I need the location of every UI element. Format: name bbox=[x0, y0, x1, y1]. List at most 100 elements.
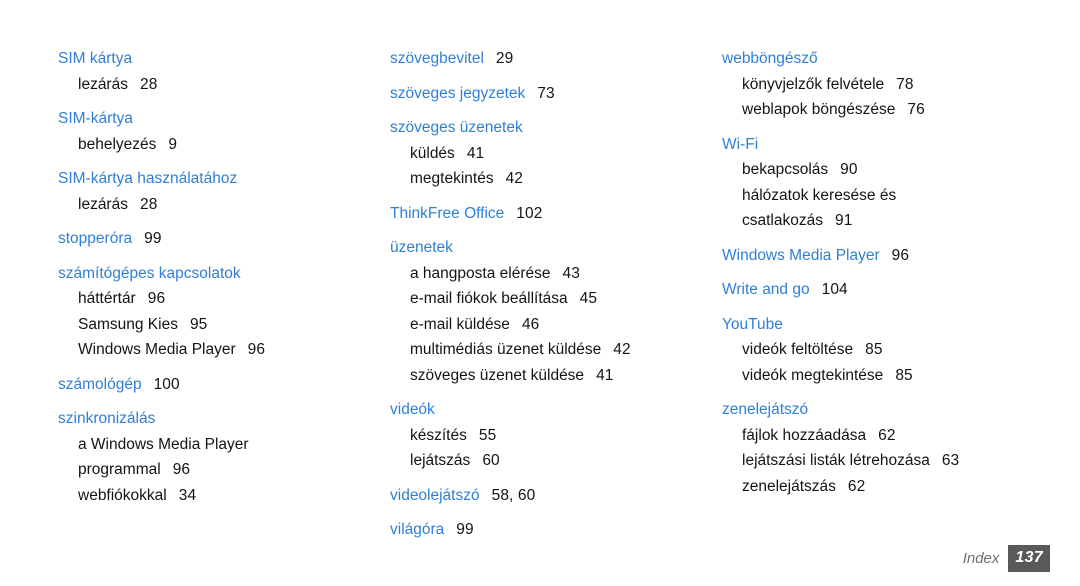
index-entry[interactable]: csatlakozás 91 bbox=[722, 208, 1080, 234]
index-entry-label: háttértár bbox=[78, 290, 136, 307]
index-entry[interactable]: lejátszás 60 bbox=[390, 448, 670, 474]
index-entry[interactable]: szöveges üzenet küldése 41 bbox=[390, 363, 670, 389]
index-entry[interactable]: zenelejátszás 62 bbox=[722, 474, 1080, 500]
index-entry-pages: 78 bbox=[896, 75, 914, 93]
index-entry-label: fájlok hozzáadása bbox=[742, 426, 867, 444]
index-entry-pages: 9 bbox=[168, 135, 178, 153]
index-group: YouTube videók feltöltése 85 videók megteki… bbox=[722, 312, 1080, 389]
index-entry[interactable]: könyvjelzők felvétele 78 bbox=[722, 72, 1080, 98]
index-entry[interactable]: megtekintés 42 bbox=[390, 166, 670, 192]
index-heading[interactable]: Windows Media Player 96 bbox=[722, 243, 1080, 269]
index-heading[interactable]: SIM-kártya használatához bbox=[58, 166, 340, 192]
index-group: szöveges jegyzetek 73 bbox=[390, 81, 670, 107]
index-heading[interactable]: zenelejátszó bbox=[722, 397, 1080, 423]
index-entry-label: készítés bbox=[410, 426, 467, 444]
index-entry[interactable]: webfiókokkal 34 bbox=[58, 483, 340, 509]
index-heading-pages: 102 bbox=[516, 204, 543, 222]
index-group: SIM-kártya behelyezés 9 bbox=[58, 106, 340, 157]
index-heading[interactable]: SIM-kártya bbox=[58, 106, 340, 132]
footer-label: Index bbox=[962, 550, 1000, 567]
index-entry[interactable]: Windows Media Player 96 bbox=[58, 337, 340, 363]
index-heading[interactable]: videolejátszó 58, 60 bbox=[390, 483, 670, 509]
index-entry-label: lejátszási listák létrehozása bbox=[742, 452, 930, 469]
index-heading[interactable]: számítógépes kapcsolatok bbox=[58, 261, 340, 287]
index-heading[interactable]: ThinkFree Office 102 bbox=[390, 201, 670, 227]
index-heading-label: szöveges üzenetek bbox=[390, 119, 523, 136]
index-entry-pages: 85 bbox=[895, 366, 913, 384]
index-entry[interactable]: behelyezés 9 bbox=[58, 132, 340, 158]
index-heading[interactable]: YouTube bbox=[722, 312, 1080, 338]
index-column-0: SIM kártya lezárás 28 SIM-kártya behelyezés 9… bbox=[0, 46, 340, 508]
index-entry[interactable]: bekapcsolás 90 bbox=[722, 157, 1080, 183]
index-entry[interactable]: weblapok böngészése 76 bbox=[722, 97, 1080, 123]
index-heading-label: üzenetek bbox=[390, 239, 453, 256]
index-entry[interactable]: lezárás 28 bbox=[58, 192, 340, 218]
index-group: SIM-kártya használatához lezárás 28 bbox=[58, 166, 340, 217]
index-heading-pages: 58, 60 bbox=[491, 486, 536, 504]
index-entry[interactable]: lejátszási listák létrehozása 63 bbox=[722, 448, 1080, 474]
index-heading[interactable]: világóra 99 bbox=[390, 517, 670, 543]
index-entry[interactable]: e-mail fiókok beállítása 45 bbox=[390, 286, 670, 312]
index-entry-pages: 90 bbox=[840, 161, 858, 178]
index-heading[interactable]: Write and go 104 bbox=[722, 277, 1080, 303]
index-group: Windows Media Player 96 bbox=[722, 243, 1080, 269]
index-heading[interactable]: szöveges üzenetek bbox=[390, 115, 670, 141]
index-entry[interactable]: e-mail küldése 46 bbox=[390, 312, 670, 338]
index-entry-label: a Windows Media Player bbox=[78, 435, 249, 453]
index-entry-pages: 95 bbox=[189, 315, 208, 333]
index-heading-pages: 29 bbox=[495, 50, 514, 67]
index-entry[interactable]: küldés 41 bbox=[390, 141, 670, 167]
index-entry[interactable]: fájlok hozzáadása 62 bbox=[722, 423, 1080, 449]
index-heading[interactable]: szinkronizálás bbox=[58, 406, 340, 432]
index-entry-pages: 41 bbox=[596, 366, 614, 384]
index-columns: SIM kártya lezárás 28 SIM-kártya behelyezés 9… bbox=[0, 46, 1080, 543]
index-heading[interactable]: szövegbevitel 29 bbox=[390, 46, 670, 72]
index-heading-pages: 99 bbox=[144, 230, 162, 247]
index-heading[interactable]: számológép 100 bbox=[58, 372, 340, 398]
index-entry[interactable]: háttértár 96 bbox=[58, 286, 340, 312]
index-heading[interactable]: Wi-Fi bbox=[722, 132, 1080, 158]
index-heading-pages: 96 bbox=[891, 246, 910, 264]
index-heading[interactable]: üzenetek bbox=[390, 235, 670, 261]
index-heading[interactable]: stopperóra 99 bbox=[58, 226, 340, 252]
index-entry-pages: 42 bbox=[505, 170, 524, 187]
index-entry[interactable]: hálózatok keresése és bbox=[722, 183, 1080, 209]
index-group: Write and go 104 bbox=[722, 277, 1080, 303]
index-entry[interactable]: Samsung Kies 95 bbox=[58, 312, 340, 338]
index-entry[interactable]: lezárás 28 bbox=[58, 72, 340, 98]
index-group: zenelejátszó fájlok hozzáadása 62 lejátszás… bbox=[722, 397, 1080, 499]
index-entry-label: multimédiás üzenet küldése bbox=[410, 341, 602, 358]
footer-page-number: 137 bbox=[1008, 545, 1050, 572]
index-group: stopperóra 99 bbox=[58, 226, 340, 252]
index-entry[interactable]: videók feltöltése 85 bbox=[722, 337, 1080, 363]
index-entry-label: lezárás bbox=[78, 195, 128, 213]
index-heading[interactable]: videók bbox=[390, 397, 670, 423]
index-heading-label: Windows Media Player bbox=[722, 246, 880, 264]
index-entry-label: Windows Media Player bbox=[78, 341, 236, 358]
index-group: videolejátszó 58, 60 bbox=[390, 483, 670, 509]
index-group: webböngésző könyvjelzők felvétele 78 weblap… bbox=[722, 46, 1080, 123]
index-heading-label: zenelejátszó bbox=[722, 401, 809, 418]
index-entry[interactable]: a hangposta elérése 43 bbox=[390, 261, 670, 287]
index-entry[interactable]: programmal 96 bbox=[58, 457, 340, 483]
index-heading-pages: 100 bbox=[153, 375, 180, 393]
index-entry-pages: 96 bbox=[172, 461, 191, 478]
index-entry-pages: 42 bbox=[613, 341, 631, 358]
index-entry[interactable]: videók megtekintése 85 bbox=[722, 363, 1080, 389]
index-heading-label: számítógépes kapcsolatok bbox=[58, 264, 241, 282]
index-heading[interactable]: szöveges jegyzetek 73 bbox=[390, 81, 670, 107]
index-heading[interactable]: webböngésző bbox=[722, 46, 1080, 72]
index-entry-label: behelyezés bbox=[78, 135, 157, 153]
index-entry-label: bekapcsolás bbox=[742, 161, 829, 178]
index-entry[interactable]: multimédiás üzenet küldése 42 bbox=[390, 337, 670, 363]
index-entry[interactable]: készítés 55 bbox=[390, 423, 670, 449]
index-page: SIM kártya lezárás 28 SIM-kártya behelyezés 9… bbox=[0, 0, 1080, 586]
index-entry-label: könyvjelzők felvétele bbox=[742, 75, 885, 93]
index-entry-label: videók feltöltése bbox=[742, 341, 854, 358]
index-entry-label: programmal bbox=[78, 461, 161, 478]
index-group: üzenetek a hangposta elérése 43 e-mail fiók… bbox=[390, 235, 670, 388]
index-heading-label: számológép bbox=[58, 375, 142, 393]
index-heading[interactable]: SIM kártya bbox=[58, 46, 340, 72]
index-entry[interactable]: a Windows Media Player bbox=[58, 432, 340, 458]
index-entry-pages: 46 bbox=[521, 315, 540, 333]
